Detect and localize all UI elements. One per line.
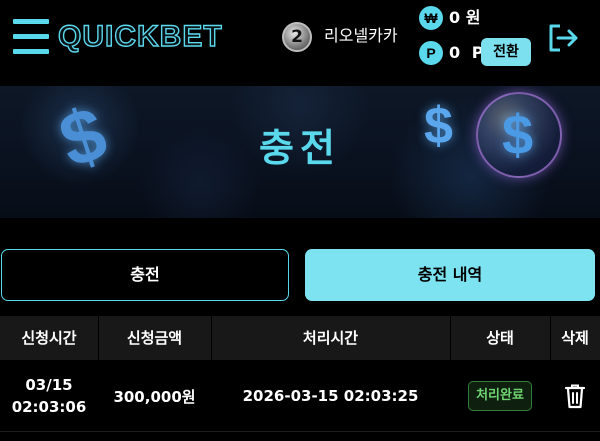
menu-bar: [13, 34, 49, 39]
request-clock: 02:03:06: [11, 398, 87, 416]
level-badge: 2: [282, 22, 312, 52]
point-icon: P: [419, 41, 443, 65]
won-balance: 0 원: [449, 8, 481, 27]
status-cell: 처리완료: [450, 360, 550, 432]
menu-bar: [13, 49, 49, 54]
request-date: 03/15: [25, 376, 73, 394]
processed-time-cell: 2026-03-15 02:03:25: [242, 387, 419, 405]
tab-charge-history[interactable]: 충전 내역: [305, 249, 595, 301]
table-row: 03/15 02:03:06 300,000원 2026-03-15 02:03…: [0, 360, 600, 432]
trash-icon[interactable]: [563, 383, 587, 409]
page-banner: $ $ $ 충전: [0, 86, 600, 218]
request-amount-cell: 300,000원: [113, 387, 196, 406]
top-header: QUICKBET 2 리오넬카카 ₩ 0 원 P 0 P 전환: [0, 0, 600, 78]
column-divider: [211, 316, 212, 360]
tab-charge[interactable]: 충전: [1, 249, 289, 301]
column-divider: [550, 316, 551, 360]
delete-cell: [550, 360, 600, 432]
column-header-request-time: 신청시간: [21, 329, 77, 347]
column-header-processed-time: 처리시간: [302, 329, 359, 347]
column-header-status: 상태: [486, 329, 514, 347]
logout-icon[interactable]: [548, 24, 580, 52]
column-divider: [450, 316, 451, 360]
hamburger-menu-icon[interactable]: [13, 17, 49, 57]
column-header-delete: 삭제: [561, 329, 589, 347]
request-time-cell: 03/15 02:03:06: [0, 360, 98, 432]
column-header-request-amount: 신청금액: [126, 329, 183, 347]
column-divider: [98, 316, 99, 360]
convert-button[interactable]: 전환: [481, 38, 531, 66]
username: 리오넬카카: [324, 26, 398, 45]
table-header: 신청시간 신청금액 처리시간 상태 삭제: [0, 316, 600, 360]
site-logo[interactable]: QUICKBET: [57, 19, 223, 54]
status-badge: 처리완료: [468, 381, 532, 411]
page-title: 충전: [259, 126, 341, 170]
logout-icon-svg: [549, 24, 578, 52]
menu-bar: [13, 19, 49, 24]
won-icon: ₩: [419, 6, 443, 30]
